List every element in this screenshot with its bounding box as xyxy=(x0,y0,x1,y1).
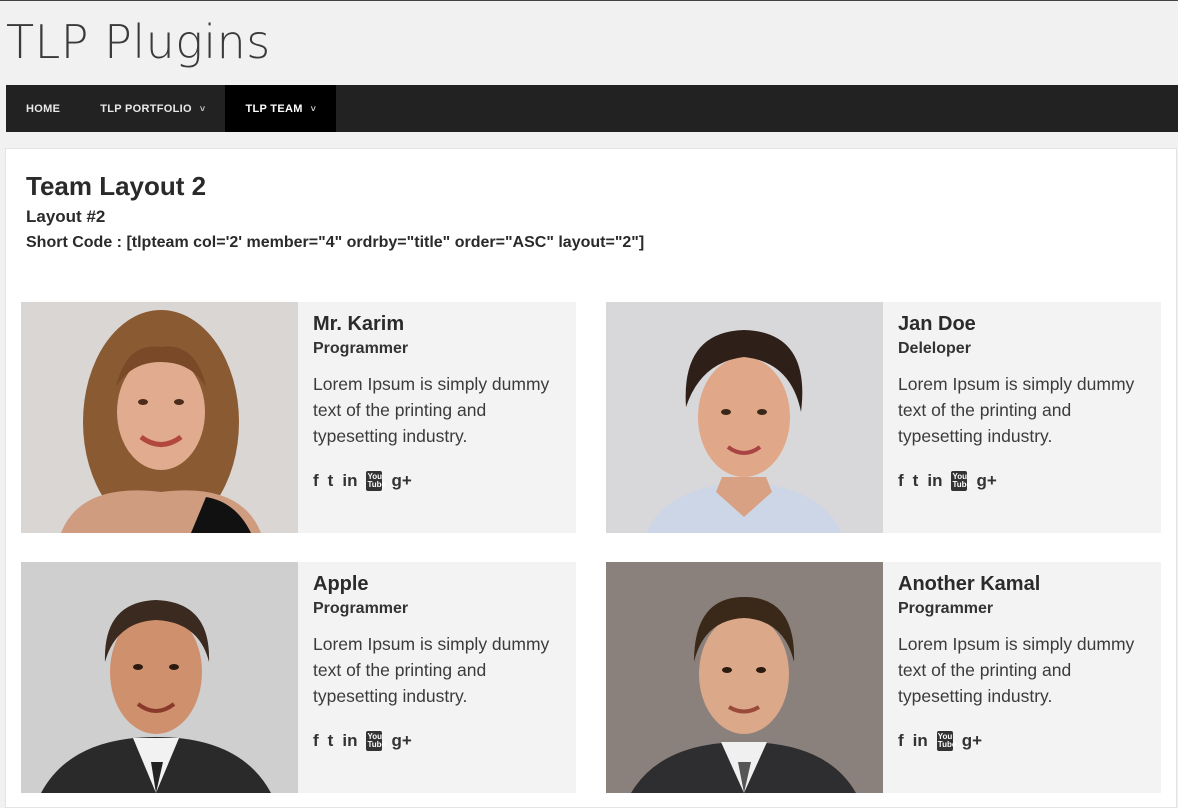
member-name[interactable]: Another Kamal xyxy=(898,572,1153,596)
team-member-card: Mr. Karim Programmer Lorem Ipsum is simp… xyxy=(21,302,576,533)
youtube-icon[interactable]: You Tube xyxy=(936,731,956,751)
twitter-icon[interactable]: t xyxy=(328,471,334,491)
member-photo[interactable] xyxy=(21,302,298,533)
twitter-icon[interactable]: t xyxy=(913,471,919,491)
twitter-icon[interactable]: t xyxy=(328,731,334,751)
nav-item-label: TLP PORTFOLIO xyxy=(100,102,192,115)
youtube-icon[interactable]: You Tube xyxy=(951,471,971,491)
nav-item-home[interactable]: HOME xyxy=(6,85,80,132)
linkedin-icon[interactable]: in xyxy=(342,731,357,751)
member-description: Lorem Ipsum is simply dummy text of the … xyxy=(313,374,550,446)
member-photo[interactable] xyxy=(21,562,298,793)
nav-item-tlp-portfolio[interactable]: TLP PORTFOLIO ˅ xyxy=(80,85,225,132)
chevron-down-icon: ˅ xyxy=(199,103,206,114)
facebook-icon[interactable]: f xyxy=(898,731,904,751)
member-name[interactable]: Apple xyxy=(313,572,568,596)
youtube-icon[interactable]: You Tube xyxy=(366,731,386,751)
google-plus-icon[interactable]: g+ xyxy=(976,471,996,491)
team-member-card: Jan Doe Deleloper Lorem Ipsum is simply … xyxy=(606,302,1161,533)
page-subtitle: Layout #2 xyxy=(26,207,106,226)
google-plus-icon[interactable]: g+ xyxy=(391,731,411,751)
youtube-icon[interactable]: You Tube xyxy=(366,471,386,491)
google-plus-icon[interactable]: g+ xyxy=(962,731,982,751)
linkedin-icon[interactable]: in xyxy=(913,731,928,751)
social-links: f t in You Tube g+ xyxy=(898,471,1153,491)
facebook-icon[interactable]: f xyxy=(313,731,319,751)
google-plus-icon[interactable]: g+ xyxy=(391,471,411,491)
social-links: f t in You Tube g+ xyxy=(313,471,568,491)
main-navbar: HOME TLP PORTFOLIO ˅ TLP TEAM ˅ xyxy=(6,85,1178,132)
social-links: f in You Tube g+ xyxy=(898,731,1153,751)
team-member-card: Apple Programmer Lorem Ipsum is simply d… xyxy=(21,562,576,793)
facebook-icon[interactable]: f xyxy=(313,471,319,491)
member-role: Programmer xyxy=(313,340,409,357)
member-description: Lorem Ipsum is simply dummy text of the … xyxy=(898,374,1135,446)
linkedin-icon[interactable]: in xyxy=(927,471,942,491)
chevron-down-icon: ˅ xyxy=(310,103,317,114)
member-name[interactable]: Mr. Karim xyxy=(313,312,568,336)
facebook-icon[interactable]: f xyxy=(898,471,904,491)
member-description: Lorem Ipsum is simply dummy text of the … xyxy=(898,634,1135,706)
member-role: Deleloper xyxy=(898,340,971,357)
page-title: Team Layout 2 xyxy=(26,171,207,201)
member-photo[interactable] xyxy=(606,562,883,793)
nav-item-label: TLP TEAM xyxy=(245,102,303,115)
content-panel: Team Layout 2 Layout #2 Short Code : [tl… xyxy=(5,148,1177,808)
team-member-card: Another Kamal Programmer Lorem Ipsum is … xyxy=(606,562,1161,793)
nav-item-tlp-team[interactable]: TLP TEAM ˅ xyxy=(225,85,337,132)
member-description: Lorem Ipsum is simply dummy text of the … xyxy=(313,634,550,706)
site-title[interactable]: TLP Plugins xyxy=(6,15,271,69)
social-links: f t in You Tube g+ xyxy=(313,731,568,751)
member-role: Programmer xyxy=(898,600,994,617)
member-photo[interactable] xyxy=(606,302,883,533)
member-role: Programmer xyxy=(313,600,409,617)
shortcode-text: Short Code : [tlpteam col='2' member="4"… xyxy=(26,234,645,251)
nav-item-label: HOME xyxy=(26,102,61,115)
linkedin-icon[interactable]: in xyxy=(342,471,357,491)
member-name[interactable]: Jan Doe xyxy=(898,312,1153,336)
